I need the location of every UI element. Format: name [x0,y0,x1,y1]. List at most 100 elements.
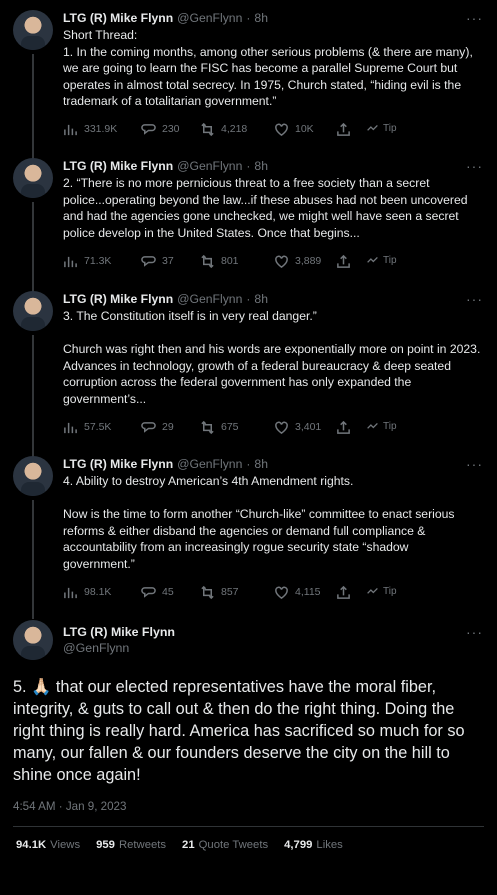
avatar[interactable] [13,158,53,198]
retweet-button[interactable]: 675 [200,419,274,436]
author-name[interactable]: LTG (R) Mike Flynn [63,456,173,473]
action-bar: 98.1K 45 857 4,115 Tip [63,583,483,601]
views-button[interactable]: 98.1K [63,584,141,601]
reply-button[interactable]: 230 [141,121,200,138]
reply-icon [141,421,156,433]
thread-tweet-3[interactable]: LTG (R) Mike Flynn @GenFlynn · 8h ··· 3.… [0,291,497,462]
separator-dot: · [246,10,251,25]
tip-icon [367,256,378,263]
more-options-icon[interactable]: ··· [466,158,483,175]
avatar[interactable] [13,10,53,50]
reply-count: 230 [162,123,180,136]
avatar[interactable] [13,456,53,496]
share-button[interactable] [336,585,366,600]
like-count: 4,115 [295,585,321,598]
tweet-text: Short Thread: 1. In the coming months, a… [63,28,473,108]
reply-icon [141,586,156,598]
views-icon [64,124,77,136]
like-button[interactable]: 4,115 [274,584,336,601]
main-tweet: LTG (R) Mike Flynn @GenFlynn ··· 5. 🙏🏻 t… [0,620,497,851]
author-name[interactable]: LTG (R) Mike Flynn [63,10,173,27]
tweet-timestamp[interactable]: 4:54 AM · Jan 9, 2023 [0,786,497,813]
action-bar: 57.5K 29 675 3,401 Tip [63,418,483,436]
retweet-button[interactable]: 4,218 [200,121,274,138]
views-button[interactable]: 331.9K [63,121,141,138]
author-handle[interactable]: @GenFlynn [177,10,242,27]
author-name[interactable]: LTG (R) Mike Flynn [63,158,173,175]
thread-tweet-4[interactable]: LTG (R) Mike Flynn @GenFlynn · 8h ··· 4.… [0,456,497,619]
heart-icon [275,421,288,434]
tweet-time[interactable]: 8h [254,456,268,473]
tweet-text: 4. Ability to destroy American’s 4th Ame… [63,474,455,571]
reply-icon [141,255,156,267]
thread-line [32,500,34,619]
thread-tweet-1[interactable]: LTG (R) Mike Flynn @GenFlynn · 8h ··· Sh… [0,10,497,167]
reply-count: 37 [162,254,174,267]
author-handle[interactable]: @GenFlynn [63,640,175,656]
views-icon [64,256,77,267]
thread-line [32,54,34,167]
heart-icon [275,123,288,137]
more-options-icon[interactable]: ··· [466,10,483,27]
retweet-button[interactable]: 857 [200,584,274,601]
retweets-stat[interactable]: 959 Retweets [96,839,166,851]
reply-button[interactable]: 29 [141,419,200,436]
tip-label: Tip [383,123,397,135]
author-name[interactable]: LTG (R) Mike Flynn [63,291,173,308]
retweet-button[interactable]: 801 [200,253,274,270]
tip-button[interactable]: Tip [366,584,397,601]
tweet-stats: 94.1K Views 959 Retweets 21 Quote Tweets 4,… [0,827,497,851]
tweet-time[interactable]: 8h [254,158,268,175]
retweet-icon [201,122,214,137]
share-icon [337,420,350,434]
tip-button[interactable]: Tip [366,253,397,270]
tweet-text: 3. The Constitution itself is in very re… [63,309,481,406]
likes-stat[interactable]: 4,799 Likes [284,839,343,851]
author-handle[interactable]: @GenFlynn [177,456,242,473]
tip-button[interactable]: Tip [366,121,397,138]
like-count: 3,401 [295,420,322,433]
avatar[interactable] [13,620,53,660]
more-options-icon[interactable]: ··· [466,620,497,664]
action-bar: 71.3K 37 801 3,889 Tip [63,252,483,270]
separator-dot: · [246,456,251,471]
views-count: 57.5K [84,420,112,433]
retweet-count: 4,218 [221,123,248,136]
quote-tweets-stat[interactable]: 21 Quote Tweets [182,839,268,851]
views-stat: 94.1K Views [16,839,81,851]
like-button[interactable]: 3,889 [274,253,336,270]
share-button[interactable] [336,122,366,137]
share-button[interactable] [336,254,366,269]
author-handle[interactable]: @GenFlynn [177,291,242,308]
thread-line [32,335,34,462]
reply-button[interactable]: 45 [141,584,200,601]
tip-button[interactable]: Tip [366,419,397,436]
tweet-time[interactable]: 8h [254,10,268,27]
like-button[interactable]: 3,401 [274,419,336,436]
views-count: 98.1K [84,585,112,598]
tip-icon [367,124,378,131]
views-button[interactable]: 71.3K [63,253,141,270]
avatar[interactable] [13,291,53,331]
tip-label: Tip [383,420,397,432]
views-count: 71.3K [84,254,112,267]
author-handle[interactable]: @GenFlynn [177,158,242,175]
retweet-icon [201,254,214,268]
share-icon [337,585,350,599]
retweet-icon [201,420,214,434]
separator-dot: · [246,158,251,173]
reply-button[interactable]: 37 [141,253,200,270]
action-bar: 331.9K 230 4,218 10K Tip [63,121,483,139]
author-name[interactable]: LTG (R) Mike Flynn [63,624,175,640]
like-button[interactable]: 10K [274,121,336,138]
reply-count: 45 [162,585,174,598]
tweet-time[interactable]: 8h [254,291,268,308]
more-options-icon[interactable]: ··· [466,456,483,473]
more-options-icon[interactable]: ··· [466,291,483,308]
tip-label: Tip [383,585,397,597]
views-button[interactable]: 57.5K [63,419,141,436]
retweet-count: 801 [221,254,239,267]
thread-tweet-2[interactable]: LTG (R) Mike Flynn @GenFlynn · 8h ··· 2.… [0,158,497,310]
share-button[interactable] [336,420,366,435]
retweet-count: 675 [221,420,239,433]
